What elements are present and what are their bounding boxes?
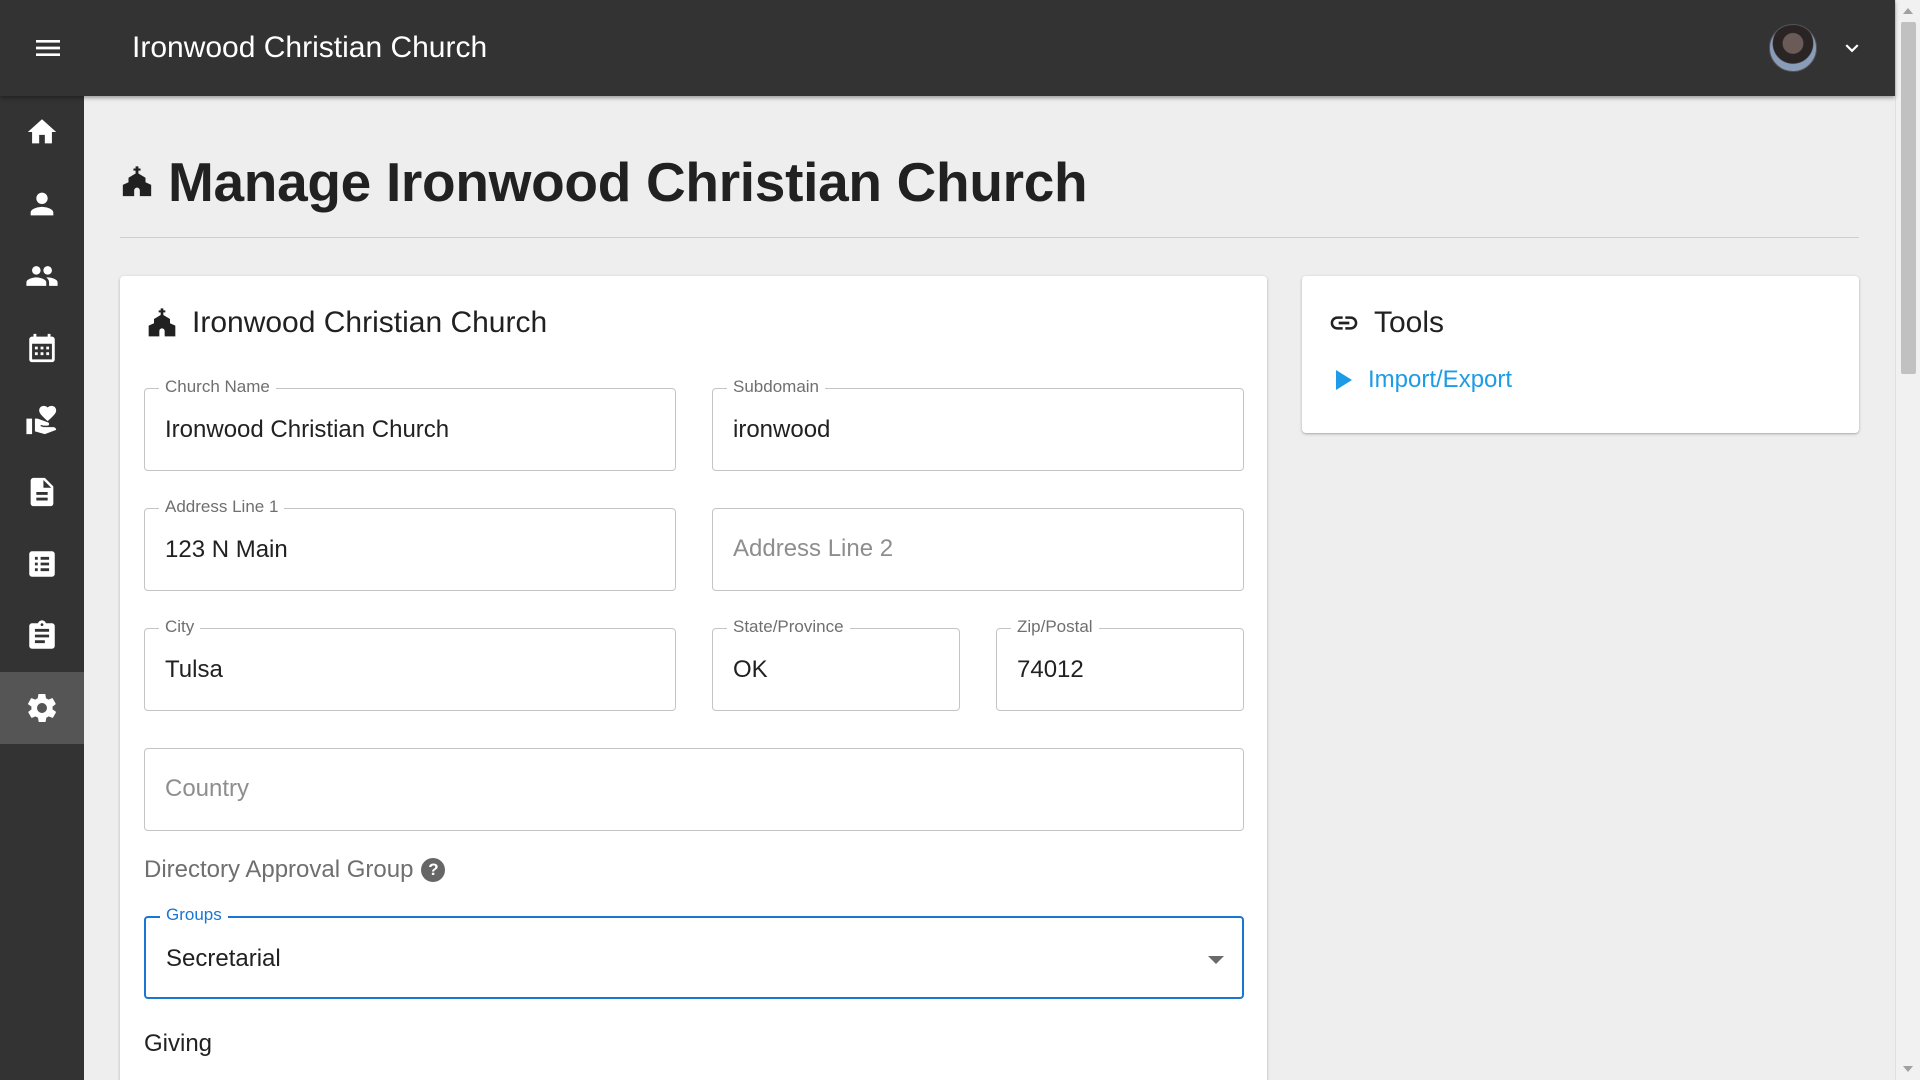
person-icon xyxy=(30,192,54,216)
giving-section-label: Giving xyxy=(144,1030,213,1057)
sidebar-item-reports[interactable] xyxy=(0,528,84,600)
page-header: Manage Ironwood Christian Church xyxy=(120,150,1088,214)
chevron-down-icon[interactable] xyxy=(1839,35,1865,61)
home-icon xyxy=(27,119,57,144)
list-icon xyxy=(29,551,55,577)
church-name-value: Ironwood Christian Church xyxy=(165,416,450,443)
app-bar: Ironwood Christian Church xyxy=(0,0,1895,96)
scroll-up-arrow-icon[interactable] xyxy=(1903,8,1913,14)
subdomain-field[interactable]: Subdomain ironwood xyxy=(712,377,1244,471)
address-line-1-label: Address Line 1 xyxy=(159,497,285,517)
tools-card-title: Tools xyxy=(1374,306,1445,339)
sidebar-item-tasks[interactable] xyxy=(0,600,84,672)
address-line-1-field[interactable]: Address Line 1 123 N Main xyxy=(144,497,676,591)
directory-approval-heading: Directory Approval Group ? xyxy=(144,856,446,884)
church-card-heading: Ironwood Christian Church xyxy=(146,306,547,340)
sidebar-item-calendar[interactable] xyxy=(0,312,84,384)
address-line-2-placeholder: Address Line 2 xyxy=(733,535,894,562)
document-icon xyxy=(30,477,54,507)
tools-card: Tools Import/Export xyxy=(1302,276,1859,433)
address-line-1-value: 123 N Main xyxy=(165,536,288,563)
people-icon xyxy=(26,266,58,286)
sidebar-item-forms[interactable] xyxy=(0,456,84,528)
link-icon xyxy=(1330,316,1358,330)
state-field[interactable]: State/Province OK xyxy=(712,617,960,711)
zip-value: 74012 xyxy=(1017,656,1084,683)
city-value: Tulsa xyxy=(165,656,223,683)
calendar-icon xyxy=(29,333,55,363)
dropdown-arrow-icon[interactable] xyxy=(1208,956,1224,964)
church-details-card: Ironwood Christian Church Church Name Ir… xyxy=(120,276,1267,1080)
scroll-down-arrow-icon[interactable] xyxy=(1903,1066,1913,1072)
clipboard-icon xyxy=(29,620,55,649)
zip-label: Zip/Postal xyxy=(1011,617,1099,637)
scrollbar-thumb[interactable] xyxy=(1901,22,1916,374)
hamburger-menu-icon xyxy=(36,40,60,56)
groups-value: Secretarial xyxy=(166,945,281,972)
groups-select[interactable]: Groups Secretarial xyxy=(144,905,1244,999)
church-icon xyxy=(148,308,176,337)
help-circle-icon[interactable]: ? xyxy=(421,858,446,882)
address-line-2-field[interactable]: Address Line 2 xyxy=(712,508,1244,591)
import-export-label: Import/Export xyxy=(1368,366,1513,393)
subdomain-value: ironwood xyxy=(733,416,831,443)
donation-hand-icon xyxy=(26,405,57,435)
sidebar-item-people[interactable] xyxy=(0,168,84,240)
groups-label: Groups xyxy=(160,905,228,925)
church-icon xyxy=(122,166,152,197)
title-divider xyxy=(120,237,1859,238)
sidebar-item-settings[interactable] xyxy=(0,672,84,744)
city-field[interactable]: City Tulsa xyxy=(144,617,676,711)
sidebar-item-home[interactable] xyxy=(0,96,84,168)
church-name-field[interactable]: Church Name Ironwood Christian Church xyxy=(144,377,676,471)
city-label: City xyxy=(159,617,201,637)
hamburger-menu-button[interactable] xyxy=(0,0,96,96)
church-name-label: Church Name xyxy=(159,377,276,397)
gear-icon xyxy=(28,693,56,723)
page-title: Manage Ironwood Christian Church xyxy=(168,151,1088,213)
state-label: State/Province xyxy=(727,617,850,637)
app-title: Ironwood Christian Church xyxy=(132,31,488,64)
country-placeholder: Country xyxy=(165,775,250,802)
sidebar-nav xyxy=(0,96,84,1080)
sidebar-item-groups[interactable] xyxy=(0,240,84,312)
country-field[interactable]: Country xyxy=(144,748,1244,831)
main-content: Manage Ironwood Christian Church Ironwoo… xyxy=(84,96,1895,1080)
play-arrow-icon xyxy=(1336,370,1352,390)
church-card-title: Ironwood Christian Church xyxy=(192,306,548,339)
sidebar-item-donations[interactable] xyxy=(0,384,84,456)
vertical-scrollbar[interactable] xyxy=(1895,0,1920,1080)
subdomain-label: Subdomain xyxy=(727,377,826,397)
tools-card-heading: Tools xyxy=(1328,306,1444,340)
state-value: OK xyxy=(733,656,768,683)
user-avatar[interactable] xyxy=(1769,24,1817,72)
zip-field[interactable]: Zip/Postal 74012 xyxy=(996,617,1244,711)
import-export-link[interactable]: Import/Export xyxy=(1336,366,1512,394)
directory-approval-label: Directory Approval Group xyxy=(144,856,414,883)
